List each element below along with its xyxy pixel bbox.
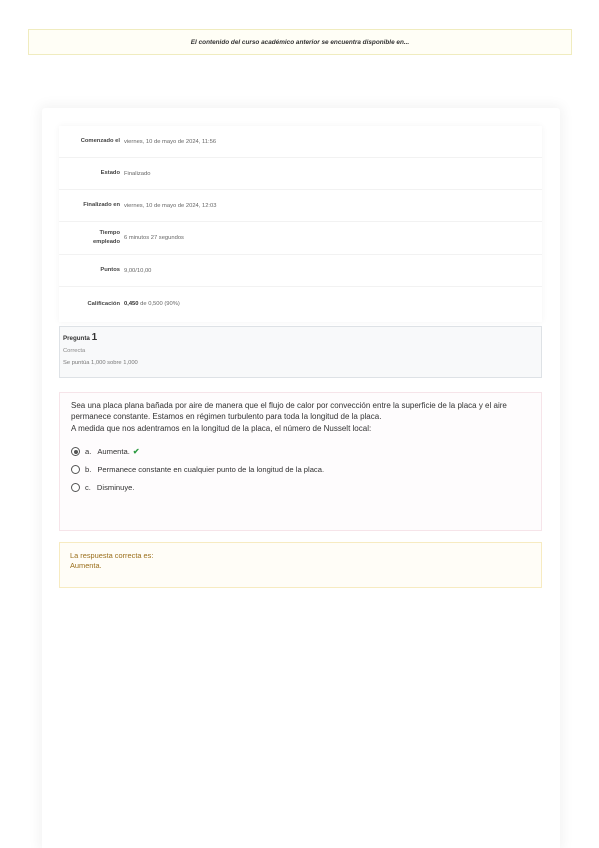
summary-value: 6 minutos 27 segundos bbox=[124, 235, 184, 241]
question-prompt: A medida que nos adentramos en la longit… bbox=[71, 424, 372, 433]
option-text: Aumenta. bbox=[97, 447, 130, 456]
answer-option-b[interactable]: b. Permanece constante en cualquier punt… bbox=[71, 463, 530, 476]
grade-value: 0,450 bbox=[124, 301, 139, 307]
grade-total: de 0,500 (90%) bbox=[140, 301, 180, 307]
summary-row-started: Comenzado el viernes, 10 de mayo de 2024… bbox=[59, 126, 542, 158]
notice-text: El contenido del curso académico anterio… bbox=[190, 38, 410, 46]
summary-label: Estado bbox=[100, 170, 120, 176]
summary-row-time: Tiempo empleado 6 minutos 27 segundos bbox=[59, 222, 542, 255]
previous-course-notice[interactable]: El contenido del curso académico anterio… bbox=[28, 29, 572, 55]
summary-row-finished: Finalizado en viernes, 10 de mayo de 202… bbox=[59, 190, 542, 222]
summary-label: Calificación bbox=[87, 300, 120, 307]
option-letter: c. bbox=[85, 483, 91, 492]
summary-row-points: Puntos 9,00/10,00 bbox=[59, 255, 542, 287]
summary-value: 9,00/10,00 bbox=[124, 267, 152, 274]
question-content: Sea una placa plana bañada por aire de m… bbox=[59, 392, 542, 531]
attempt-summary-table: Comenzado el viernes, 10 de mayo de 2024… bbox=[59, 126, 542, 322]
correct-answer-feedback: La respuesta correcta es: Aumenta. bbox=[59, 542, 542, 588]
radio-icon[interactable] bbox=[71, 465, 80, 474]
question-title: Pregunta 1 bbox=[63, 332, 538, 343]
feedback-heading: La respuesta correcta es: bbox=[70, 551, 154, 560]
summary-value: viernes, 10 de mayo de 2024, 12:03 bbox=[124, 202, 217, 209]
summary-row-grade: Calificación 0,450 de 0,500 (90%) bbox=[59, 288, 542, 320]
summary-value: Finalizado bbox=[124, 170, 151, 177]
radio-icon[interactable] bbox=[71, 483, 80, 492]
option-text: Disminuye. bbox=[96, 483, 135, 492]
question-statement: Sea una placa plana bañada por aire de m… bbox=[71, 401, 507, 421]
option-letter: a. bbox=[85, 447, 92, 456]
option-letter: b. bbox=[85, 465, 92, 474]
summary-label: Tiempo empleado bbox=[59, 229, 120, 247]
feedback-answer: Aumenta. bbox=[70, 561, 102, 570]
answer-options: a. Aumenta. ✔ b. Permanece constante en … bbox=[71, 445, 530, 494]
summary-label: Comenzado el bbox=[80, 138, 120, 144]
question-number: 1 bbox=[91, 332, 98, 343]
summary-value: viernes, 10 de mayo de 2024, 11:56 bbox=[124, 138, 217, 145]
option-text: Permanece constante en cualquier punto d… bbox=[97, 465, 325, 474]
summary-label-line: empleado bbox=[92, 239, 120, 245]
checkmark-icon: ✔ bbox=[132, 447, 140, 456]
summary-row-state: Estado Finalizado bbox=[59, 158, 542, 190]
summary-label: Puntos bbox=[100, 267, 120, 273]
question-info-box: Pregunta 1 Correcta Se puntúa 1,000 sobr… bbox=[59, 326, 542, 378]
answer-option-c[interactable]: c. Disminuye. bbox=[71, 481, 530, 494]
question-grade: Se puntúa 1,000 sobre 1,000 bbox=[63, 360, 138, 366]
summary-label-line: Tiempo bbox=[99, 230, 120, 236]
question-label: Pregunta bbox=[63, 335, 90, 342]
summary-value: 0,450 de 0,500 (90%) bbox=[124, 301, 180, 307]
question-state: Correcta bbox=[63, 348, 86, 354]
radio-selected-icon[interactable] bbox=[71, 447, 80, 456]
summary-label: Finalizado en bbox=[83, 202, 120, 208]
answer-option-a[interactable]: a. Aumenta. ✔ bbox=[71, 445, 530, 458]
